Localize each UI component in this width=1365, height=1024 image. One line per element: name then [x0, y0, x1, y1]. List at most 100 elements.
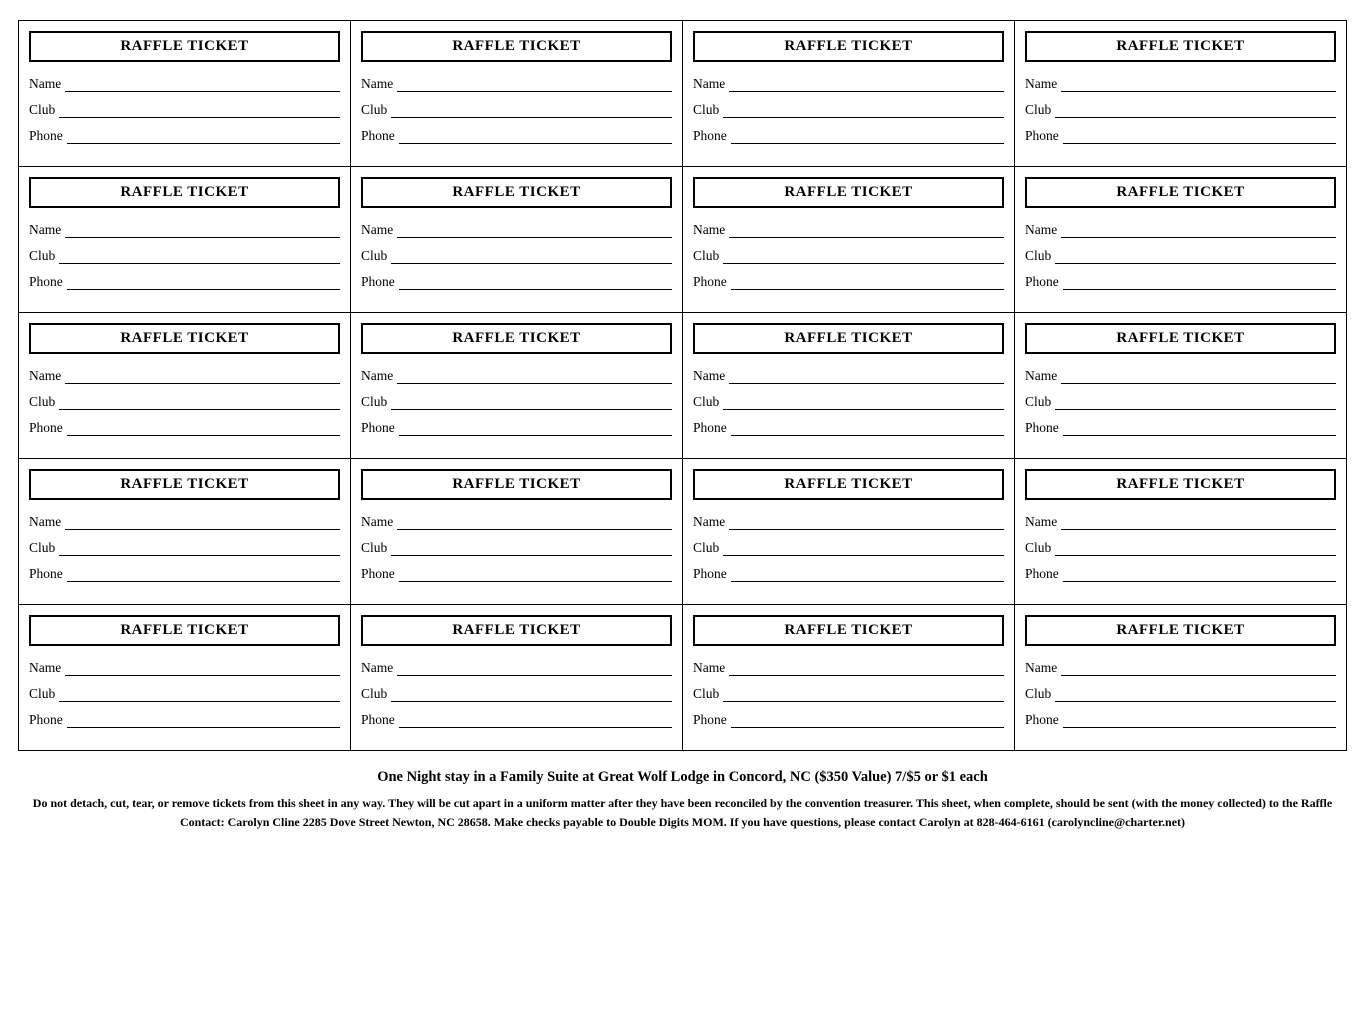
field-label: Phone — [1025, 420, 1059, 436]
field-label: Phone — [29, 566, 63, 582]
field-label: Name — [693, 660, 725, 676]
ticket-field: Name — [29, 368, 340, 384]
ticket-field: Club — [29, 540, 340, 556]
ticket-field: Name — [361, 660, 672, 676]
field-label: Club — [1025, 394, 1051, 410]
footer-prize: One Night stay in a Family Suite at Grea… — [18, 765, 1347, 788]
field-label: Phone — [693, 712, 727, 728]
field-line — [1061, 370, 1336, 384]
field-line — [397, 662, 672, 676]
ticket-field: Name — [29, 660, 340, 676]
ticket-field: Club — [29, 248, 340, 264]
ticket-title: RAFFLE TICKET — [1025, 615, 1336, 646]
ticket-field: Club — [29, 686, 340, 702]
field-line — [723, 396, 1004, 410]
ticket-field: Name — [1025, 660, 1336, 676]
ticket-field: Name — [29, 222, 340, 238]
ticket: RAFFLE TICKETNameClubPhone — [19, 459, 351, 605]
ticket-field: Name — [693, 222, 1004, 238]
field-label: Phone — [361, 274, 395, 290]
ticket-field: Phone — [361, 274, 672, 290]
field-line — [1063, 568, 1336, 582]
field-label: Name — [1025, 514, 1057, 530]
ticket-field: Name — [1025, 222, 1336, 238]
field-label: Club — [693, 248, 719, 264]
ticket-field: Name — [361, 368, 672, 384]
ticket: RAFFLE TICKETNameClubPhone — [351, 605, 683, 751]
field-line — [729, 370, 1004, 384]
ticket-field: Phone — [1025, 128, 1336, 144]
ticket-field: Phone — [693, 420, 1004, 436]
field-line — [67, 276, 340, 290]
ticket: RAFFLE TICKETNameClubPhone — [1015, 605, 1347, 751]
ticket-field: Phone — [361, 420, 672, 436]
ticket-field: Phone — [361, 566, 672, 582]
field-line — [59, 104, 340, 118]
field-label: Name — [361, 660, 393, 676]
ticket-field: Club — [1025, 394, 1336, 410]
ticket-title: RAFFLE TICKET — [693, 469, 1004, 500]
field-label: Club — [1025, 248, 1051, 264]
field-line — [1061, 662, 1336, 676]
ticket-title: RAFFLE TICKET — [361, 177, 672, 208]
field-label: Phone — [361, 420, 395, 436]
field-label: Phone — [693, 128, 727, 144]
field-line — [59, 396, 340, 410]
field-label: Name — [29, 76, 61, 92]
ticket-field: Name — [1025, 368, 1336, 384]
field-label: Club — [693, 102, 719, 118]
ticket-field: Name — [361, 514, 672, 530]
field-label: Club — [361, 394, 387, 410]
ticket-field: Club — [1025, 248, 1336, 264]
ticket: RAFFLE TICKETNameClubPhone — [1015, 313, 1347, 459]
ticket-field: Name — [1025, 76, 1336, 92]
ticket-field: Name — [693, 660, 1004, 676]
ticket-field: Phone — [361, 128, 672, 144]
field-line — [67, 422, 340, 436]
field-label: Club — [361, 102, 387, 118]
ticket: RAFFLE TICKETNameClubPhone — [683, 21, 1015, 167]
ticket: RAFFLE TICKETNameClubPhone — [351, 167, 683, 313]
field-line — [729, 662, 1004, 676]
field-line — [397, 78, 672, 92]
field-line — [59, 250, 340, 264]
field-label: Club — [693, 540, 719, 556]
field-label: Phone — [1025, 274, 1059, 290]
field-label: Club — [361, 248, 387, 264]
ticket-field: Phone — [693, 274, 1004, 290]
field-line — [391, 542, 672, 556]
ticket-field: Phone — [693, 128, 1004, 144]
field-label: Phone — [693, 420, 727, 436]
ticket: RAFFLE TICKETNameClubPhone — [1015, 21, 1347, 167]
ticket-field: Club — [1025, 102, 1336, 118]
ticket-field: Club — [361, 102, 672, 118]
field-line — [731, 130, 1004, 144]
ticket-field: Phone — [29, 420, 340, 436]
field-label: Club — [29, 540, 55, 556]
field-line — [399, 130, 672, 144]
ticket-field: Phone — [29, 274, 340, 290]
ticket-field: Club — [29, 394, 340, 410]
ticket-title: RAFFLE TICKET — [693, 615, 1004, 646]
ticket-field: Name — [29, 76, 340, 92]
ticket-field: Phone — [29, 712, 340, 728]
field-label: Club — [693, 394, 719, 410]
ticket-field: Club — [693, 394, 1004, 410]
ticket-title: RAFFLE TICKET — [693, 177, 1004, 208]
field-line — [397, 224, 672, 238]
field-label: Phone — [29, 128, 63, 144]
ticket: RAFFLE TICKETNameClubPhone — [683, 459, 1015, 605]
field-label: Phone — [29, 274, 63, 290]
field-label: Name — [1025, 76, 1057, 92]
ticket-field: Club — [1025, 686, 1336, 702]
field-label: Name — [29, 368, 61, 384]
field-label: Phone — [361, 712, 395, 728]
field-label: Phone — [1025, 128, 1059, 144]
field-line — [399, 422, 672, 436]
field-line — [723, 104, 1004, 118]
field-label: Phone — [29, 420, 63, 436]
field-line — [59, 688, 340, 702]
field-line — [399, 714, 672, 728]
field-line — [65, 78, 340, 92]
ticket: RAFFLE TICKETNameClubPhone — [19, 313, 351, 459]
